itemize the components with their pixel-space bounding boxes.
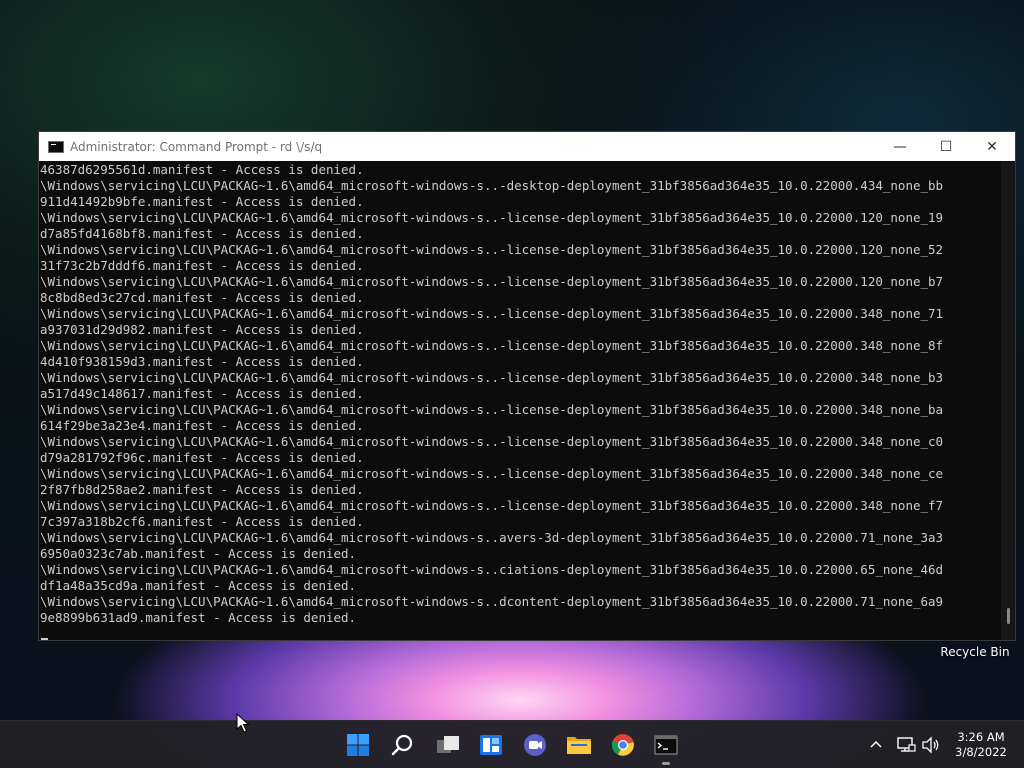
console-line: 46387d6295561d.manifest - Access is deni… — [40, 162, 364, 177]
console-line: \Windows\servicing\LCU\PACKAG~1.6\amd64_… — [40, 402, 944, 417]
console-line: d7a85fd4168bf8.manifest - Access is deni… — [40, 226, 364, 241]
console-line: \Windows\servicing\LCU\PACKAG~1.6\amd64_… — [40, 370, 944, 385]
console-output[interactable]: 46387d6295561d.manifest - Access is deni… — [39, 162, 1001, 640]
close-button[interactable]: ✕ — [969, 132, 1015, 161]
console-line: \Windows\servicing\LCU\PACKAG~1.6\amd64_… — [40, 306, 944, 321]
console-line: 911d41492b9bfe.manifest - Access is deni… — [40, 194, 364, 209]
console-app-icon — [48, 140, 64, 153]
maximize-button[interactable]: ☐ — [923, 132, 969, 161]
console-line: 31f73c2b7dddf6.manifest - Access is deni… — [40, 258, 364, 273]
network-icon[interactable] — [896, 721, 916, 768]
taskbar: 3:26 AM 3/8/2022 — [0, 720, 1024, 768]
scrollbar-thumb[interactable] — [1007, 608, 1010, 624]
console-line: \Windows\servicing\LCU\PACKAG~1.6\amd64_… — [40, 530, 944, 545]
search-icon[interactable] — [387, 729, 419, 761]
console-line: \Windows\servicing\LCU\PACKAG~1.6\amd64_… — [40, 434, 944, 449]
console-line: d79a281792f96c.manifest - Access is deni… — [40, 450, 364, 465]
console-line: \Windows\servicing\LCU\PACKAG~1.6\amd64_… — [40, 594, 944, 609]
mouse-cursor-icon — [236, 712, 250, 737]
console-line: \Windows\servicing\LCU\PACKAG~1.6\amd64_… — [40, 338, 944, 353]
vertical-scrollbar[interactable] — [1001, 162, 1015, 640]
console-line: 7c397a318b2cf6.manifest - Access is deni… — [40, 514, 364, 529]
chrome-icon[interactable] — [607, 729, 639, 761]
clock-date: 3/8/2022 — [955, 745, 1007, 759]
console-line: \Windows\servicing\LCU\PACKAG~1.6\amd64_… — [40, 242, 944, 257]
console-line: \Windows\servicing\LCU\PACKAG~1.6\amd64_… — [40, 178, 944, 193]
console-line: 8c8bd8ed3c27cd.manifest - Access is deni… — [40, 290, 364, 305]
console-line: df1a48a35cd9a.manifest - Access is denie… — [40, 578, 357, 593]
window-title: Administrator: Command Prompt - rd \/s/q — [70, 139, 323, 154]
chat-icon[interactable] — [519, 729, 551, 761]
console-line: \Windows\servicing\LCU\PACKAG~1.6\amd64_… — [40, 210, 944, 225]
console-line: 614f29be3a23e4.manifest - Access is deni… — [40, 418, 364, 433]
console-line: 4d410f938159d3.manifest - Access is deni… — [40, 354, 364, 369]
console-line: 2f87fb8d258ae2.manifest - Access is deni… — [40, 482, 364, 497]
console-line: \Windows\servicing\LCU\PACKAG~1.6\amd64_… — [40, 562, 944, 577]
console-line: a937031d29d982.manifest - Access is deni… — [40, 322, 364, 337]
taskbar-clock[interactable]: 3:26 AM 3/8/2022 — [946, 730, 1016, 760]
window-titlebar[interactable]: Administrator: Command Prompt - rd \/s/q… — [39, 132, 1015, 161]
file-explorer-icon[interactable] — [563, 729, 595, 761]
text-cursor — [41, 638, 48, 640]
active-app-indicator — [662, 762, 670, 765]
task-view-icon[interactable] — [432, 729, 464, 761]
recycle-bin-label[interactable]: Recycle Bin — [934, 645, 1016, 659]
command-prompt-window: Administrator: Command Prompt - rd \/s/q… — [38, 131, 1016, 641]
windows-start-icon[interactable] — [342, 729, 374, 761]
console-prompt-line — [40, 626, 1001, 640]
console-line: \Windows\servicing\LCU\PACKAG~1.6\amd64_… — [40, 498, 944, 513]
console-line: \Windows\servicing\LCU\PACKAG~1.6\amd64_… — [40, 466, 944, 481]
volume-icon[interactable] — [921, 721, 941, 768]
widgets-icon[interactable] — [475, 729, 507, 761]
window-controls: — ☐ ✕ — [877, 132, 1015, 161]
console-line: a517d49c148617.manifest - Access is deni… — [40, 386, 364, 401]
command-prompt-icon[interactable] — [650, 729, 682, 761]
show-hidden-icons-chevron-icon[interactable] — [868, 721, 884, 768]
console-line: \Windows\servicing\LCU\PACKAG~1.6\amd64_… — [40, 274, 944, 289]
minimize-button[interactable]: — — [877, 132, 923, 161]
clock-time: 3:26 AM — [957, 730, 1005, 744]
console-line: 6950a0323c7ab.manifest - Access is denie… — [40, 546, 357, 561]
console-line: 9e8899b631ad9.manifest - Access is denie… — [40, 610, 357, 625]
